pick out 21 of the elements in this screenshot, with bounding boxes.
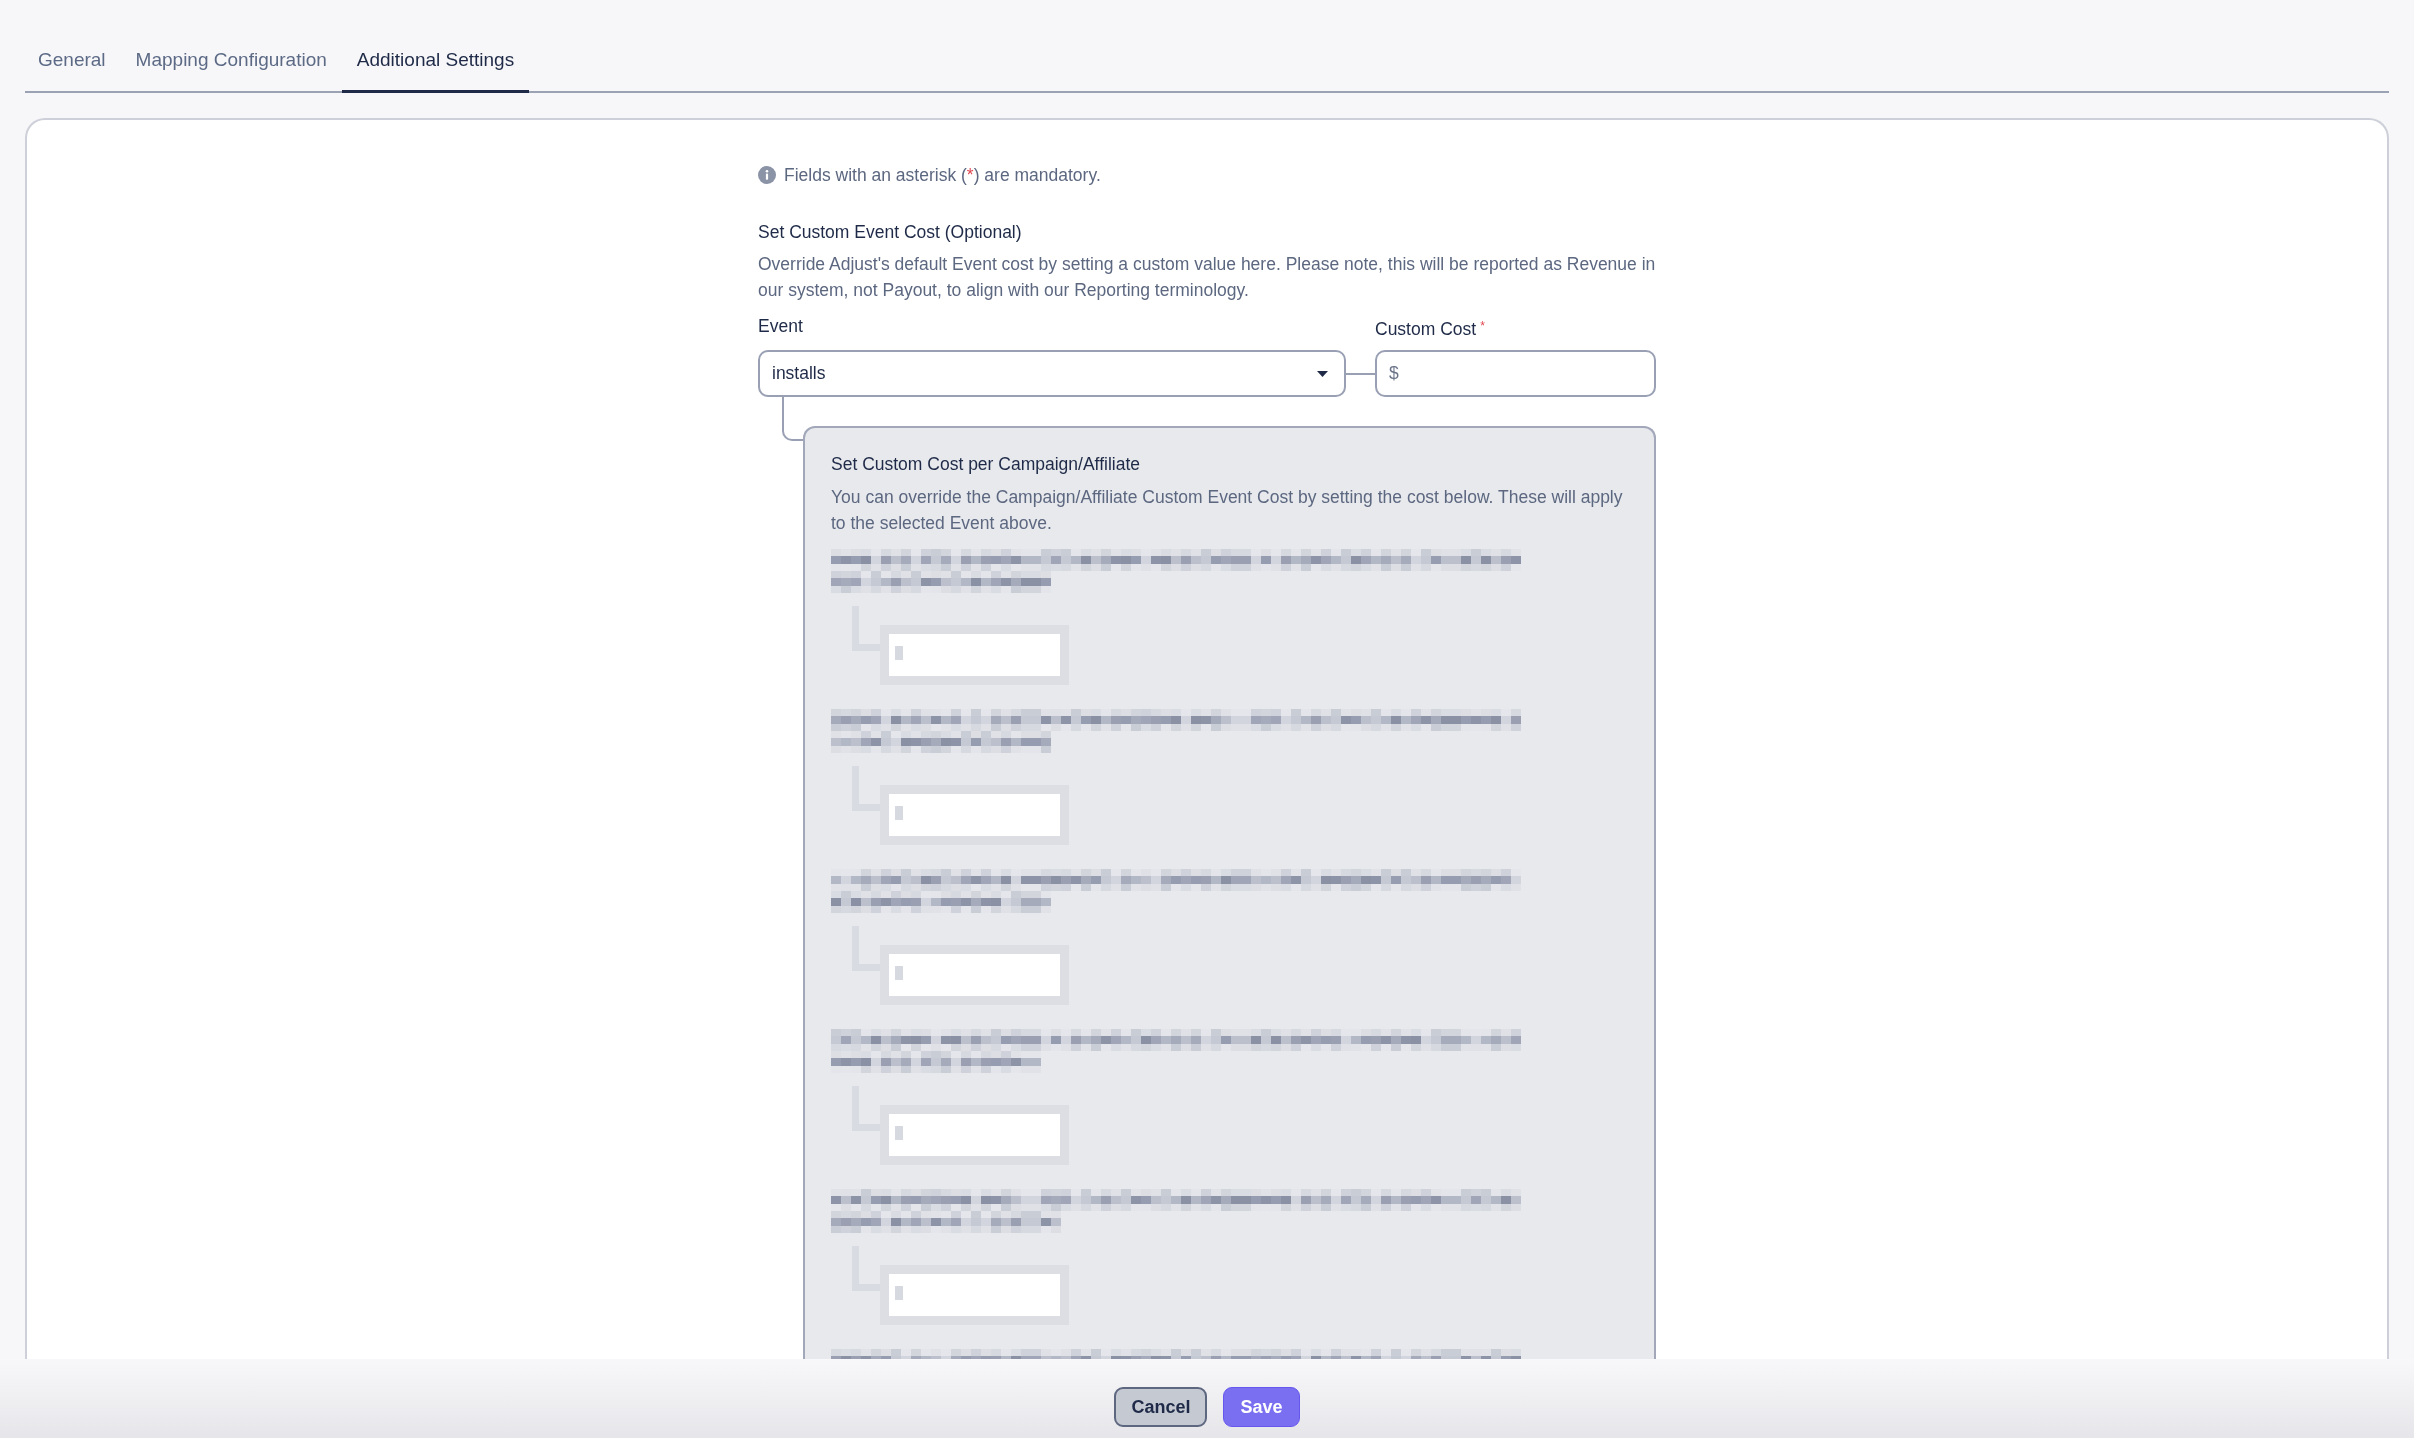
- section-description: Override Adjust's default Event cost by setting a custom value here. Please note, this will be reported as Revenue in our system, not Payout, to align with our Reporting terminology.: [758, 253, 1656, 302]
- blurred-input-field[interactable]: [880, 1265, 1069, 1325]
- blurred-input-field[interactable]: [880, 785, 1069, 845]
- notice-text: Fields with an asterisk (*) are mandatory.: [784, 164, 1101, 186]
- caret-icon: [1317, 370, 1328, 377]
- blurred-input-field[interactable]: [880, 1105, 1069, 1165]
- field-label: Custom Cost $^{*}$: [1375, 319, 1485, 339]
- info-icon: [758, 166, 776, 184]
- blurred-input-field[interactable]: [880, 625, 1069, 685]
- cost-input[interactable]: $: [1375, 350, 1656, 397]
- save-button[interactable]: Save: [1223, 1387, 1300, 1427]
- tab[interactable]: General: [25, 38, 121, 93]
- event-select[interactable]: installs: [758, 350, 1346, 397]
- field-label: Event: [758, 316, 803, 336]
- blurred-input-field[interactable]: [880, 945, 1069, 1005]
- tab[interactable]: Additional Settings: [341, 38, 530, 93]
- section-title: Set Custom Event Cost (Optional): [758, 221, 1023, 243]
- panel-description: You can override the Campaign/Affiliate Custom Event Cost by setting the cost below. These will apply to the selected Event above.: [831, 486, 1624, 535]
- panel-title: Set Custom Cost per Campaign/Affiliate: [831, 453, 1141, 475]
- tab[interactable]: Mapping Configuration: [120, 38, 342, 93]
- cancel-button[interactable]: Cancel: [1114, 1387, 1208, 1427]
